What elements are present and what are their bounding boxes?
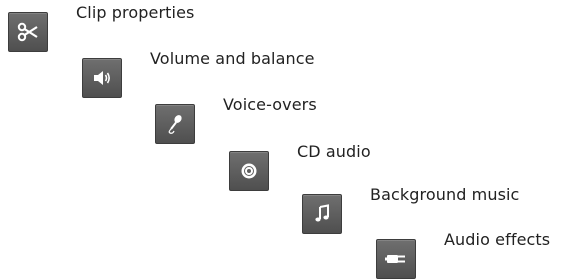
volume-and-balance-button[interactable]	[82, 58, 122, 98]
plug-icon	[385, 255, 405, 263]
background-music-label: Background music	[370, 185, 520, 204]
clip-properties-button[interactable]	[8, 12, 48, 52]
speaker-icon	[94, 71, 110, 85]
voice-overs-label: Voice-overs	[223, 95, 317, 114]
cd-icon	[241, 163, 257, 179]
scissors-icon	[17, 22, 38, 42]
audio-effects-button[interactable]	[376, 239, 416, 279]
volume-and-balance-label: Volume and balance	[150, 49, 315, 68]
cd-audio-button[interactable]	[229, 151, 269, 191]
voice-overs-button[interactable]	[155, 104, 195, 144]
audio-effects-label: Audio effects	[444, 230, 551, 249]
microphone-icon	[168, 115, 182, 134]
music-note-icon	[315, 204, 329, 222]
background-music-button[interactable]	[302, 194, 342, 234]
cd-audio-label: CD audio	[297, 142, 371, 161]
clip-properties-label: Clip properties	[76, 3, 195, 22]
